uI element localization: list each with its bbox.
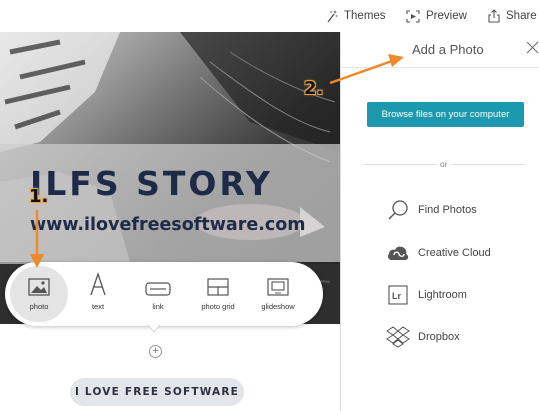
text-icon: [89, 266, 107, 296]
share-button[interactable]: Share: [488, 8, 537, 24]
insert-photo-label: photo: [29, 302, 49, 311]
lightroom-item[interactable]: Lr Lightroom: [385, 282, 535, 308]
story-canvas: ILFS STORY www.ilovefreesoftware.com pho…: [0, 32, 340, 411]
share-icon: [488, 9, 500, 23]
insert-link-button[interactable]: link: [129, 266, 187, 322]
svg-text:Lr: Lr: [392, 291, 401, 301]
photo-grid-icon: [207, 266, 229, 296]
themes-button[interactable]: Themes: [326, 8, 386, 24]
dropbox-icon: [385, 325, 411, 349]
find-photos-label: Find Photos: [418, 204, 477, 216]
story-footer-button[interactable]: I LOVE FREE SOFTWARE: [70, 378, 244, 406]
step-1-label: 1.: [29, 186, 49, 207]
insert-photo-grid-label: photo grid: [201, 302, 235, 311]
share-label: Share: [506, 10, 537, 22]
preview-label: Preview: [426, 10, 467, 22]
browse-files-button[interactable]: Browse files on your computer: [367, 102, 524, 127]
search-icon: [385, 198, 411, 222]
top-toolbar: Themes Preview Share: [0, 0, 539, 32]
preview-button[interactable]: Preview: [406, 8, 467, 24]
find-photos-item[interactable]: Find Photos: [385, 197, 535, 223]
lightroom-icon: Lr: [385, 283, 411, 307]
insert-content-bar: photo text link photo grid glideshow: [5, 262, 323, 326]
story-title[interactable]: ILFS STORY: [30, 164, 273, 203]
insert-bar-caret: [148, 325, 160, 333]
photo-icon: [28, 266, 50, 296]
insert-text-label: text: [91, 302, 105, 311]
themes-label: Themes: [344, 10, 386, 22]
add-photo-panel: Add a Photo Browse files on your compute…: [340, 32, 539, 411]
insert-photo-button[interactable]: photo: [10, 266, 68, 322]
step-2-label: 2.: [304, 78, 324, 99]
story-subtitle[interactable]: www.ilovefreesoftware.com: [30, 215, 305, 235]
divider-left: [363, 164, 437, 165]
insert-photo-grid-button[interactable]: photo grid: [189, 266, 247, 322]
panel-title: Add a Photo: [412, 42, 484, 57]
link-icon: [145, 266, 171, 296]
creative-cloud-item[interactable]: Creative Cloud: [385, 240, 535, 266]
close-icon[interactable]: [526, 41, 539, 54]
insert-link-label: link: [152, 302, 164, 311]
preview-icon: [406, 9, 420, 23]
creative-cloud-icon: [385, 241, 411, 265]
dropbox-label: Dropbox: [418, 331, 460, 343]
insert-glideshow-button[interactable]: glideshow: [249, 266, 307, 322]
glideshow-icon: [267, 266, 289, 296]
dropbox-item[interactable]: Dropbox: [385, 324, 535, 350]
title-band: [0, 144, 340, 262]
divider-right: [451, 164, 525, 165]
creative-cloud-label: Creative Cloud: [418, 247, 491, 259]
lightroom-label: Lightroom: [418, 289, 467, 301]
add-content-button[interactable]: +: [149, 345, 162, 358]
insert-text-button[interactable]: text: [69, 266, 127, 322]
or-label: or: [440, 159, 448, 169]
panel-header: Add a Photo: [341, 32, 539, 68]
magic-wand-icon: [326, 9, 338, 23]
insert-glideshow-label: glideshow: [261, 302, 295, 311]
